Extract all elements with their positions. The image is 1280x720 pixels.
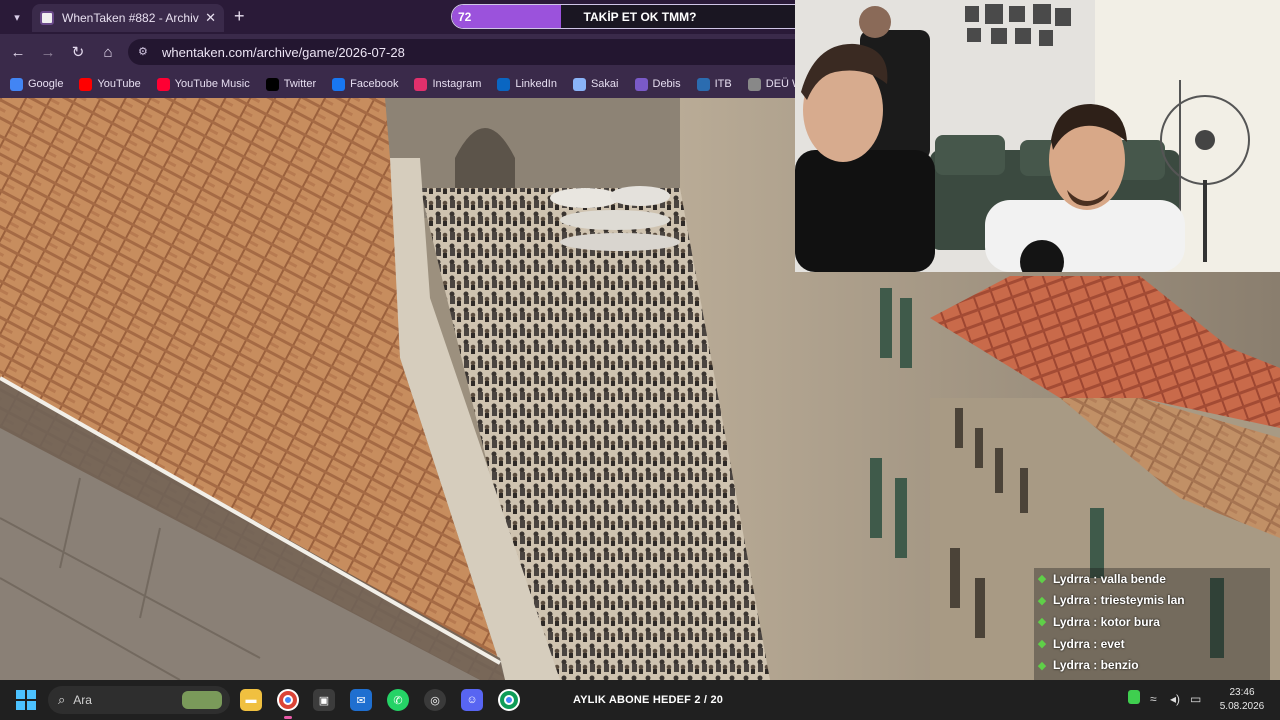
bookmark-de-webmail[interactable]: DEÜ Webmail — [747, 77, 800, 91]
battery-icon[interactable]: ▭ — [1190, 692, 1201, 706]
clock-time: 23:46 — [1229, 687, 1255, 698]
bookmark-facebook[interactable]: Facebook — [332, 77, 399, 91]
forward-icon[interactable]: → — [38, 42, 58, 62]
home-icon[interactable]: ⌂ — [98, 42, 118, 62]
bookmark-instagram[interactable]: Instagram — [414, 77, 482, 91]
wifi-icon[interactable]: ≈ — [1150, 692, 1157, 706]
clock-date: 5.08.2026 — [1219, 701, 1265, 712]
chat-message: ◆ Lydrra : kotor bura — [1034, 611, 1270, 633]
twitter-icon — [265, 77, 279, 91]
whentaken-favicon-icon — [40, 11, 54, 25]
bookmark-youtube[interactable]: YouTube — [79, 77, 141, 91]
taskbar-search[interactable]: ⌕ Ara — [48, 686, 230, 714]
facebook-icon — [332, 77, 346, 91]
chat-message-text: Lydrra : triesteymis lan — [1053, 593, 1185, 608]
new-tab-icon[interactable]: + — [234, 6, 245, 27]
bookmarks-bar: Google YouTube YouTube Music Twitter Faceboo… — [0, 70, 800, 98]
reload-icon[interactable]: ↻ — [68, 42, 88, 62]
chat-message: ◆ Lydrra : benzio — [1034, 654, 1270, 676]
chrome-profile-icon[interactable] — [498, 689, 520, 711]
debis-icon — [634, 77, 648, 91]
chat-badge-icon: ◆ — [1037, 638, 1047, 651]
bookmark-google[interactable]: Google — [10, 77, 64, 91]
bookmark-label: Instagram — [432, 78, 482, 90]
chat-badge-icon: ◆ — [1037, 573, 1047, 586]
itb-icon — [696, 77, 710, 91]
bookmark-label: YouTube — [97, 78, 141, 90]
youtube-music-icon — [156, 77, 170, 91]
system-clock[interactable]: 23:46 5.08.2026 — [1214, 686, 1270, 714]
youtube-icon — [79, 77, 93, 91]
follower-goal-bar: 72 TAKİP ET OK TMM? 250 — [451, 4, 829, 29]
bookmark-debis[interactable]: Debis — [634, 77, 681, 91]
address-toolbar: ← → ↻ ⌂ ⚙ whentaken.com/archive/game/202… — [0, 34, 808, 70]
bookmark-label: YouTube Music — [174, 78, 250, 90]
windows-start-icon[interactable] — [16, 690, 36, 710]
screen: ▾ WhenTaken #882 - Archive Puzz ✕ + ← → … — [0, 0, 1280, 720]
search-highlight-icon — [182, 691, 222, 709]
bookmark-label: ITB — [714, 78, 732, 90]
tab-search-icon[interactable]: ▾ — [8, 8, 26, 26]
close-tab-icon[interactable]: ✕ — [205, 10, 216, 26]
goal-text: TAKİP ET OK TMM? — [583, 10, 697, 24]
active-tab[interactable]: WhenTaken #882 - Archive Puzz ✕ — [32, 4, 224, 32]
chrome-active-indicator — [284, 716, 292, 719]
tray-app-icon[interactable] — [1128, 690, 1140, 704]
chat-message: ◆ Lydrra : evet — [1034, 632, 1270, 655]
mail-icon[interactable]: ✉ — [350, 689, 372, 711]
url-field[interactable]: ⚙ whentaken.com/archive/game/2026-07-28 — [128, 39, 808, 65]
monthly-sub-goal: AYLIK ABONE HEDEF 2 / 20 — [573, 694, 724, 706]
bookmark-itb[interactable]: ITB — [696, 77, 732, 91]
google-icon — [10, 77, 23, 91]
chat-badge-icon: ◆ — [1037, 659, 1047, 672]
instagram-icon — [414, 77, 428, 91]
steam-icon[interactable]: ◎ — [424, 689, 446, 711]
bookmark-linkedin[interactable]: LinkedIn — [497, 77, 557, 91]
search-icon: ⌕ — [58, 692, 66, 707]
bookmark-label: Sakai — [590, 78, 619, 90]
site-info-icon[interactable]: ⚙ — [138, 45, 152, 59]
chat-message: ◆ Lydrra : valla bende — [1034, 568, 1270, 590]
bookmark-label: Twitter — [283, 78, 317, 90]
bookmark-youtube-music[interactable]: YouTube Music — [156, 77, 250, 91]
chat-message-text: Lydrra : kotor bura — [1053, 614, 1160, 629]
chrome-icon[interactable] — [277, 689, 299, 711]
linkedin-icon — [497, 77, 511, 91]
webmail-icon — [747, 77, 761, 91]
tab-title: WhenTaken #882 - Archive Puzz — [62, 11, 199, 25]
file-explorer-icon[interactable]: ▬ — [240, 689, 262, 711]
search-placeholder: Ara — [73, 693, 92, 707]
whatsapp-icon[interactable]: ✆ — [387, 689, 409, 711]
chat-badge-icon: ◆ — [1037, 616, 1047, 629]
webcam-feed — [795, 0, 1280, 272]
bookmark-label: Debis — [652, 78, 681, 90]
chat-message-text: Lydrra : evet — [1053, 636, 1125, 651]
store-icon[interactable]: ▣ — [313, 689, 335, 711]
discord-icon[interactable]: ☺ — [461, 689, 483, 711]
chat-badge-icon: ◆ — [1037, 594, 1047, 607]
volume-icon[interactable]: ◂) — [1170, 692, 1180, 706]
back-icon[interactable]: ← — [8, 42, 28, 62]
url-text: whentaken.com/archive/game/2026-07-28 — [162, 44, 405, 60]
bookmark-label: Google — [28, 78, 64, 90]
bookmark-label: LinkedIn — [515, 78, 557, 90]
chat-message-text: Lydrra : benzio — [1053, 658, 1139, 673]
sakai-icon — [572, 77, 586, 91]
bookmark-label: Facebook — [350, 78, 399, 90]
bookmark-twitter[interactable]: Twitter — [265, 77, 317, 91]
chat-message-text: Lydrra : valla bende — [1053, 571, 1166, 586]
bookmark-sakai[interactable]: Sakai — [572, 77, 619, 91]
chat-message: ◆ Lydrra : triesteymis lan — [1034, 589, 1270, 612]
